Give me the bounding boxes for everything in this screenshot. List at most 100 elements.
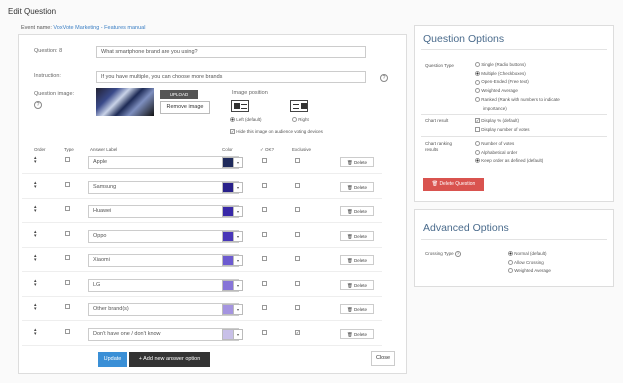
color-swatch[interactable]: [222, 304, 234, 315]
crossing-option[interactable]: Allow Crossing: [508, 260, 544, 265]
ok-checkbox[interactable]: [262, 329, 267, 335]
crank-option[interactable]: Number of votes: [475, 141, 514, 147]
type-checkbox[interactable]: [65, 304, 70, 309]
color-swatch[interactable]: [222, 328, 234, 340]
delete-answer-button[interactable]: 🗑 Delete: [340, 328, 374, 339]
chevron-down-icon[interactable]: ▾: [234, 328, 243, 340]
answer-label-input[interactable]: Xiaomi: [88, 254, 239, 267]
delete-question-button[interactable]: 🗑 Delete Question: [423, 178, 484, 191]
exclusive-checkbox[interactable]: [295, 280, 300, 286]
chevron-down-icon[interactable]: ▾: [234, 181, 243, 193]
ok-checkbox[interactable]: [262, 280, 267, 286]
option-text: Display number of votes: [481, 126, 530, 132]
exclusive-checkbox[interactable]: [295, 158, 300, 163]
color-swatch[interactable]: [222, 181, 234, 193]
reorder-handle[interactable]: ▴ ▾: [34, 254, 37, 263]
ok-checkbox[interactable]: [262, 231, 267, 237]
color-swatch[interactable]: [222, 255, 234, 266]
type-checkbox[interactable]: [65, 230, 70, 236]
delete-answer-button[interactable]: 🗑 Delete: [340, 157, 374, 167]
ok-checkbox[interactable]: [262, 158, 267, 163]
color-swatch[interactable]: [222, 279, 234, 291]
instruction-input[interactable]: If you have multiple, you can choose mor…: [96, 71, 366, 83]
exclusive-checkbox[interactable]: [295, 182, 300, 188]
reorder-handle[interactable]: ▴ ▾: [34, 205, 37, 214]
ok-checkbox[interactable]: [262, 256, 267, 261]
answer-label-input[interactable]: Samsung: [88, 180, 239, 194]
reorder-handle[interactable]: ▴ ▾: [34, 327, 37, 336]
type-checkbox[interactable]: [65, 328, 70, 334]
delete-answer-button[interactable]: 🗑 Delete: [340, 181, 374, 192]
crossing-option[interactable]: Weighted Average: [508, 268, 551, 274]
hide-image-option[interactable]: Hide this image on audience voting devic…: [230, 129, 323, 135]
exclusive-checkbox[interactable]: [295, 256, 300, 261]
crank-option[interactable]: Keep order as defined (default): [475, 158, 544, 164]
answer-label-input[interactable]: Huawei: [88, 205, 239, 218]
exclusive-checkbox[interactable]: [295, 329, 300, 335]
reorder-handle[interactable]: ▴ ▾: [34, 229, 37, 238]
answer-label-input[interactable]: Oppo: [88, 229, 239, 243]
exclusive-checkbox[interactable]: [295, 207, 300, 212]
event-name-link[interactable]: VoxVote Marketing - Features manual: [53, 25, 145, 31]
exclusive-checkbox[interactable]: [295, 305, 300, 310]
answer-label-input[interactable]: LG: [88, 278, 239, 292]
answer-label-input[interactable]: Apple: [88, 156, 239, 169]
option-text: Keep order as defined (default): [481, 158, 544, 163]
image-left-icon[interactable]: [231, 100, 249, 112]
delete-answer-button[interactable]: 🗑 Delete: [340, 230, 374, 241]
ok-checkbox[interactable]: [262, 182, 267, 188]
help-icon[interactable]: ?: [454, 251, 461, 257]
remove-image-button[interactable]: Remove image: [160, 101, 210, 114]
chevron-down-icon[interactable]: ▾: [234, 255, 243, 266]
close-button[interactable]: Close: [371, 351, 395, 366]
ok-checkbox[interactable]: [262, 207, 267, 212]
reorder-handle[interactable]: ▴ ▾: [34, 278, 37, 287]
qtypes-option[interactable]: Multiple (Checkboxes): [475, 71, 526, 76]
help-icon[interactable]: ?: [380, 74, 388, 82]
answer-label-input[interactable]: Don't have one / don't know: [88, 327, 239, 341]
question-input[interactable]: What smartphone brand are you using?: [96, 46, 366, 58]
image-right-radio[interactable]: [292, 117, 297, 123]
type-checkbox[interactable]: [65, 157, 70, 162]
type-checkbox[interactable]: [65, 206, 70, 211]
delete-answer-button[interactable]: 🗑 Delete: [340, 206, 374, 216]
qtypes-option[interactable]: Ranked (Rank with numbers to indicate: [475, 97, 560, 103]
reorder-handle[interactable]: ▴ ▾: [34, 180, 37, 189]
color-swatch[interactable]: [222, 206, 234, 217]
cresults-option[interactable]: Display % (default): [475, 118, 519, 124]
help-icon[interactable]: ?: [34, 101, 42, 109]
cresults-option[interactable]: Display number of votes: [475, 127, 530, 132]
color-swatch[interactable]: [222, 157, 234, 168]
type-checkbox[interactable]: [65, 255, 70, 260]
answer-label-input[interactable]: Other brand(s): [88, 303, 239, 316]
qtypes-option[interactable]: Weighted Average: [475, 88, 518, 94]
crank-option[interactable]: Alphabetical order: [475, 150, 517, 155]
image-left-option[interactable]: Left (default): [230, 117, 262, 123]
chevron-down-icon[interactable]: ▾: [234, 230, 243, 242]
type-checkbox[interactable]: [65, 279, 70, 285]
upload-button[interactable]: UPLOAD: [160, 90, 198, 99]
chevron-down-icon[interactable]: ▾: [234, 279, 243, 291]
color-swatch[interactable]: [222, 230, 234, 242]
divider: [421, 239, 607, 240]
hide-image-checkbox[interactable]: [230, 129, 235, 135]
reorder-handle[interactable]: ▴ ▾: [34, 156, 37, 165]
qtypes-option[interactable]: Open-Ended (Free text): [475, 79, 529, 85]
chevron-down-icon[interactable]: ▾: [234, 206, 243, 217]
delete-answer-button[interactable]: 🗑 Delete: [340, 304, 374, 314]
crossing-option[interactable]: Normal (default): [508, 251, 547, 257]
image-left-radio[interactable]: [230, 117, 235, 123]
qtypes-option[interactable]: Single (Radio buttons): [475, 62, 526, 68]
image-right-option[interactable]: Right: [292, 117, 309, 123]
delete-answer-button[interactable]: 🗑 Delete: [340, 279, 374, 290]
chevron-down-icon[interactable]: ▾: [234, 157, 243, 168]
chevron-down-icon[interactable]: ▾: [234, 304, 243, 315]
type-checkbox[interactable]: [65, 181, 70, 187]
ok-checkbox[interactable]: [262, 305, 267, 310]
add-answer-button[interactable]: + Add new answer option: [129, 352, 210, 367]
exclusive-checkbox[interactable]: [295, 231, 300, 237]
delete-answer-button[interactable]: 🗑 Delete: [340, 255, 374, 265]
update-button[interactable]: Update: [98, 352, 127, 367]
reorder-handle[interactable]: ▴ ▾: [34, 303, 37, 312]
image-right-icon[interactable]: [290, 100, 308, 112]
